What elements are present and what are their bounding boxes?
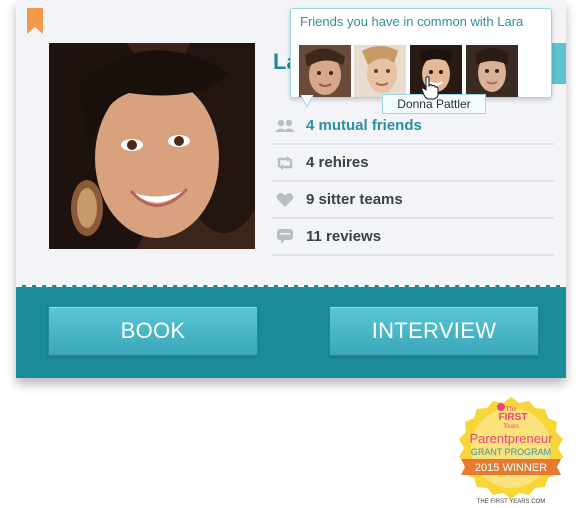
profile-tab-edge (550, 43, 566, 84)
stat-label: 11 reviews (306, 228, 382, 245)
stat-label: 9 sitter teams (306, 191, 403, 208)
interview-button[interactable]: INTERVIEW (329, 306, 539, 356)
stat-label: 4 rehires (306, 154, 369, 171)
stat-rehires: 4 rehires (272, 145, 554, 182)
parentpreneur-winner-badge: The FIRST Years Parentpreneur GRANT PROG… (459, 397, 563, 505)
heart-icon (274, 189, 296, 211)
friend-avatar[interactable] (466, 45, 518, 97)
badge-text-footer: THE FIRST YEARS.COM (477, 499, 545, 505)
stats-list: 4 mutual friends 4 rehires 9 sitter team… (272, 108, 554, 256)
badge-text-grant: GRANT PROGRAM (471, 447, 551, 457)
badge-text-winner: 2015 WINNER (475, 462, 547, 474)
people-icon (274, 115, 296, 137)
hand-cursor-icon (421, 76, 439, 100)
bookmark-icon[interactable] (27, 8, 43, 34)
stat-label[interactable]: 4 mutual friends (306, 117, 422, 134)
badge-text-parentpreneur: Parentpreneur (469, 431, 553, 446)
badge-text-years: Years (503, 422, 519, 430)
speech-bubble-icon (274, 226, 296, 248)
retweet-icon (274, 152, 296, 174)
friend-avatar[interactable] (299, 45, 351, 97)
popover-tail (300, 95, 314, 109)
popover-title: Friends you have in common with Lara (300, 14, 524, 29)
stat-sitter-teams: 9 sitter teams (272, 182, 554, 219)
book-button[interactable]: BOOK (48, 306, 258, 356)
friend-avatar[interactable] (354, 45, 406, 97)
stat-reviews: 11 reviews (272, 219, 554, 256)
profile-photo (49, 43, 255, 249)
